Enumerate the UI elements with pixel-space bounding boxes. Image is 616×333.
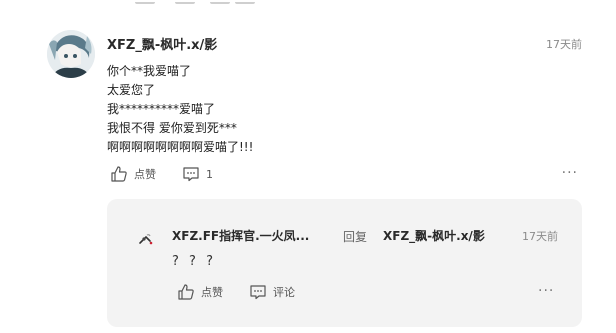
more-dots-icon[interactable]: ··· xyxy=(538,283,554,299)
comment-line: 我**********爱喵了 xyxy=(107,102,216,116)
comment-line: 我恨不得 爱你爱到死*** xyxy=(107,121,237,135)
like-button[interactable]: 点赞 xyxy=(110,165,156,183)
reply-text: ? ? ? xyxy=(172,254,216,269)
like-label: 点赞 xyxy=(134,168,156,181)
comment-actions: 点赞 1 xyxy=(110,165,213,183)
reply-comment-button[interactable]: 评论 xyxy=(249,284,295,300)
reply-comment-label: 评论 xyxy=(273,286,295,299)
reply-like-label: 点赞 xyxy=(201,286,223,299)
comment-line: 你个**我爱喵了 xyxy=(107,64,192,78)
reply-label: 回复 xyxy=(343,230,368,244)
reply-user-avatar[interactable] xyxy=(136,229,156,249)
comment-text: 你个**我爱喵了 太爱您了 我**********爱喵了 我恨不得 爱你爱到死*… xyxy=(107,62,253,157)
comment-icon xyxy=(249,284,267,300)
comment-username[interactable]: XFZ_飘-枫叶.x/影 xyxy=(107,34,217,53)
reply-actions: 点赞 评论 xyxy=(177,283,295,301)
more-dots-icon[interactable]: ··· xyxy=(562,165,578,181)
reply-timestamp: 17天前 xyxy=(522,230,558,243)
thumbs-up-icon xyxy=(177,283,195,301)
comment-timestamp: 17天前 xyxy=(546,38,582,51)
reply-target-username[interactable]: XFZ_飘-枫叶.x/影 xyxy=(383,227,485,244)
thumbs-up-icon xyxy=(110,165,128,183)
reply-count-button[interactable]: 1 xyxy=(182,166,213,182)
user-avatar[interactable] xyxy=(47,30,95,78)
reply-like-button[interactable]: 点赞 xyxy=(177,283,223,301)
comment-line: 太爱您了 xyxy=(107,83,156,97)
reply-username[interactable]: XFZ.FF指挥官.一火凤... xyxy=(172,227,309,244)
comment-line: 啊啊啊啊啊啊啊啊爱喵了!!! xyxy=(107,140,254,154)
reply-count: 1 xyxy=(206,167,213,181)
comment-icon xyxy=(182,166,200,182)
clipped-previous-actions xyxy=(135,0,335,4)
